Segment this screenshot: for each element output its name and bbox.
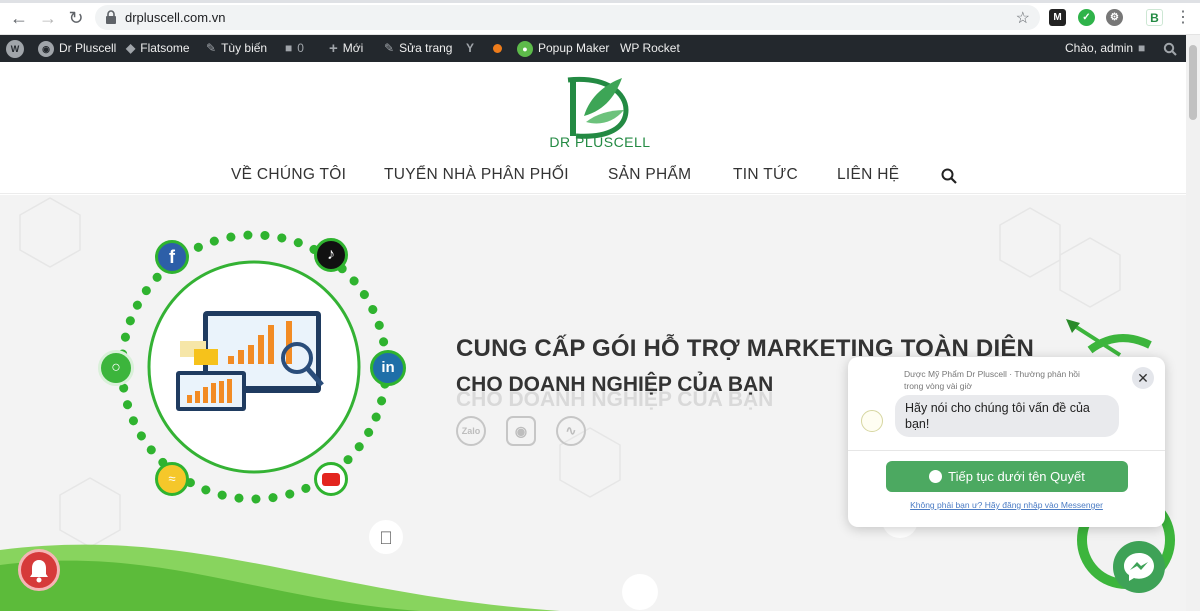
divider (848, 450, 1165, 451)
admin-site-link[interactable]: ◉ Dr Pluscell (38, 35, 116, 62)
admin-new-label: Mới (342, 41, 364, 55)
admin-edit-page-label: Sửa trang (399, 41, 453, 55)
search-icon[interactable] (941, 168, 957, 184)
messenger-page-info: Dược Mỹ Phẩm Dr Pluscell · Thường phản h… (904, 369, 1080, 391)
admin-popup-maker-link[interactable]: ● Popup Maker (517, 35, 609, 62)
notification-bell-button[interactable] (18, 549, 60, 591)
not-you-login-link[interactable]: Không phải bạn ư? Hãy đăng nhập vào Mess… (848, 500, 1165, 510)
linkedin-icon: in (370, 350, 406, 386)
extension-gear-icon[interactable]: ⚙ (1106, 9, 1123, 26)
chrome-menu-icon[interactable]: ⋮ (1173, 8, 1193, 28)
comment-icon: ■ (285, 41, 293, 55)
lock-icon (106, 10, 116, 24)
admin-site-name: Dr Pluscell (59, 41, 117, 55)
messenger-page-name: Dược Mỹ Phẩm Dr Pluscell (904, 369, 1007, 379)
continue-as-button[interactable]: Tiếp tục dưới tên Quyết (886, 461, 1128, 492)
zalo-icon[interactable]: Zalo (456, 416, 486, 446)
yoast-icon[interactable]: Y (466, 35, 474, 62)
wp-admin-bar: W ◉ Dr Pluscell ◆ Flatsome ✎ Tùy biến ■ … (0, 35, 1200, 62)
bookmark-star-icon[interactable]: ☆ (1016, 8, 1030, 28)
continue-as-label: Tiếp tục dưới tên Quyết (948, 469, 1085, 484)
wordpress-logo-icon[interactable]: W (6, 35, 24, 62)
admin-edit-page-link[interactable]: ✎ Sửa trang (384, 35, 452, 62)
admin-flatsome-link[interactable]: ◆ Flatsome (126, 35, 190, 62)
admin-search-icon[interactable] (1163, 35, 1177, 62)
dashboard-icon: ◉ (38, 40, 54, 57)
messenger-chat-popup: Dược Mỹ Phẩm Dr Pluscell · Thường phản h… (848, 357, 1165, 527)
bell-icon (30, 560, 48, 583)
address-bar[interactable]: drpluscell.com.vn ☆ (95, 5, 1040, 30)
page-scrollbar[interactable] (1186, 35, 1200, 611)
tab-strip (0, 0, 1200, 3)
admin-comments-link[interactable]: ■ 0 (285, 35, 304, 62)
messenger-icon (929, 470, 943, 483)
admin-popup-maker-label: Popup Maker (538, 41, 610, 55)
nav-ve-chung-toi[interactable]: VỀ CHÚNG TÔI (231, 166, 346, 186)
admin-customize-label: Tùy biến (221, 41, 268, 55)
brush-icon: ✎ (206, 41, 217, 55)
flatsome-icon: ◆ (126, 41, 136, 55)
reload-icon[interactable]: ↻ (66, 8, 86, 28)
nav-tuyen-nha-phan-phoi[interactable]: TUYỂN NHÀ PHÂN PHỐI (384, 166, 569, 186)
plus-icon: + (329, 40, 338, 57)
tiktok-icon: ♪ (314, 238, 348, 272)
pencil-icon: ✎ (384, 41, 395, 55)
admin-wp-rocket-link[interactable]: WP Rocket (620, 35, 680, 62)
messenger-outline-icon[interactable]: ∿ (556, 416, 586, 446)
svg-text::  (379, 528, 393, 548)
admin-wp-rocket-label: WP Rocket (620, 41, 680, 55)
hero-subtitle: CHO DOANH NGHIỆP CỦA BẠN (456, 373, 774, 396)
youtube-icon (314, 462, 348, 496)
browser-toolbar: ← → ↻ drpluscell.com.vn ☆ M ✓ ⚙ B ⋮ (0, 0, 1200, 35)
comments-count: 0 (297, 41, 304, 55)
forward-icon[interactable]: → (38, 8, 58, 28)
messenger-fab-button[interactable] (1113, 541, 1165, 593)
back-icon[interactable]: ← (9, 8, 29, 28)
rss-icon: ≈ (155, 462, 189, 496)
messenger-bolt-icon (1124, 553, 1154, 581)
page-avatar (861, 410, 883, 432)
admin-new-link[interactable]: + Mới (329, 35, 363, 62)
facebook-icon: f (155, 240, 189, 274)
instagram-icon[interactable]: ◉ (506, 416, 536, 446)
url-text: drpluscell.com.vn (125, 10, 226, 25)
close-icon[interactable]: ✕ (1132, 367, 1154, 389)
admin-flatsome-label: Flatsome (140, 41, 190, 55)
extension-m-icon[interactable]: M (1049, 9, 1066, 26)
popup-maker-icon: ● (517, 40, 533, 57)
nav-san-pham[interactable]: SẢN PHẨM (608, 166, 691, 186)
user-icon: ■ (1138, 41, 1146, 55)
profile-avatar-icon[interactable]: B (1146, 9, 1163, 26)
admin-customize-link[interactable]: ✎ Tùy biến (206, 35, 267, 62)
admin-account-link[interactable]: Chào, admin ■ (1065, 35, 1145, 62)
nav-tin-tuc[interactable]: TIN TỨC (733, 166, 798, 186)
messenger-greeting-bubble: Hãy nói cho chúng tôi vấn đề của bạn! (895, 395, 1119, 437)
scrollbar-thumb[interactable] (1189, 45, 1197, 120)
seo-status-dot-icon[interactable] (493, 35, 502, 62)
logo-text: DR PLUSCELL (549, 134, 651, 150)
admin-greeting: Chào, admin (1065, 41, 1134, 55)
extension-green-icon[interactable]: ✓ (1078, 9, 1095, 26)
site-header: DR PLUSCELL VỀ CHÚNG TÔI TUYỂN NHÀ PHÂN … (0, 62, 1200, 194)
chat-icon: ○ (98, 350, 134, 386)
nav-lien-he[interactable]: LIÊN HỆ (837, 166, 899, 186)
